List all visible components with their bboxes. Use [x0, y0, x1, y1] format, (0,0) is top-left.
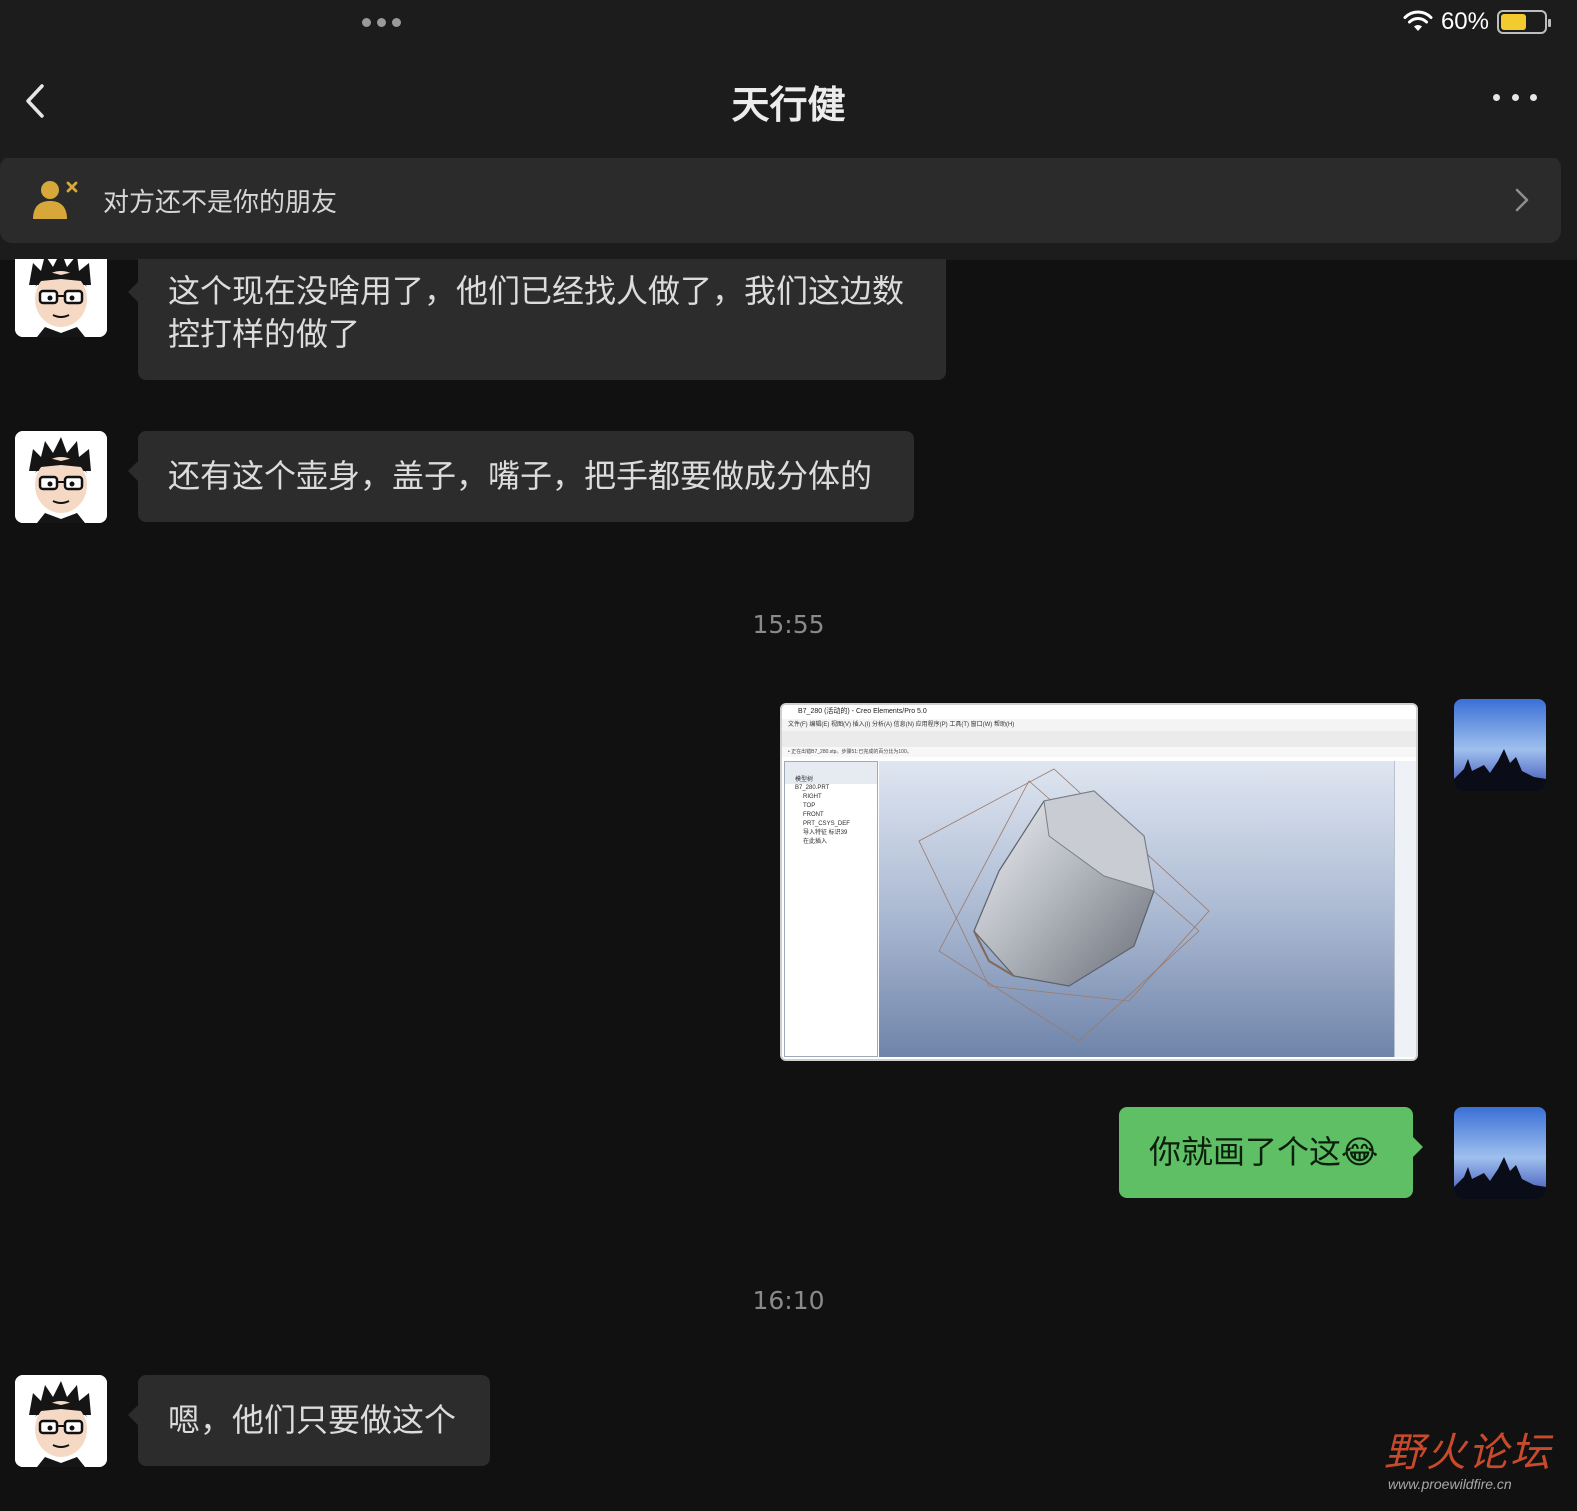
battery-percent: 60% [1440, 8, 1489, 35]
battery-icon [1497, 10, 1551, 34]
chat-screen: 60% 天行健 对方还不是你的朋友 这个现在没啥用了，他们已经找人做了，我们这边… [0, 0, 1577, 1511]
landscape-sky-avatar-icon [1454, 699, 1546, 791]
watermark-url: www.proewildfire.cn [1388, 1476, 1512, 1492]
image-message[interactable]: B7_280 (活动的) - Creo Elements/Pro 5.0 文件(… [780, 703, 1418, 1061]
cad-tree-item: 导入特征 标识39 [803, 830, 848, 836]
cad-model-render [918, 768, 1210, 1042]
nav-bar: 天行健 [0, 52, 1577, 152]
cad-menu-bar: 文件(F) 编辑(E) 视图(V) 插入(I) 分析(A) 信息(N) 应用程序… [782, 719, 1416, 731]
more-options-button[interactable] [1493, 82, 1537, 112]
wifi-icon [1403, 10, 1433, 31]
chat-title: 天行健 [731, 83, 846, 127]
status-indicators: 60% [1403, 8, 1551, 36]
my-avatar[interactable] [1454, 1107, 1546, 1199]
cad-3d-viewport [879, 761, 1394, 1057]
multitasking-dots-icon[interactable] [362, 18, 401, 27]
cad-toolbar [782, 731, 1416, 747]
cad-window-title: B7_280 (活动的) - Creo Elements/Pro 5.0 [782, 705, 1416, 719]
contact-avatar[interactable] [15, 1375, 107, 1467]
battery-level [1501, 14, 1527, 30]
cad-tree-item: FRONT [803, 812, 824, 818]
banner-bottom-edge [0, 243, 1577, 259]
cad-tree-item: B7_280.PRT [795, 785, 830, 791]
incoming-message-bubble[interactable]: 还有这个壶身，盖子，嘴子，把手都要做成分体的 [128, 431, 914, 522]
landscape-sky-avatar-icon [1454, 1107, 1546, 1199]
message-text: 还有这个壶身，盖子，嘴子，把手都要做成分体的 [168, 457, 873, 495]
not-friend-banner[interactable]: 对方还不是你的朋友 [0, 156, 1561, 243]
my-avatar[interactable] [1454, 699, 1546, 791]
cad-tree-item: TOP [803, 803, 816, 809]
timestamp: 16:10 [752, 1286, 825, 1315]
contact-avatar[interactable] [15, 431, 107, 523]
incoming-message-bubble[interactable]: 嗯，他们只要做这个 [128, 1375, 490, 1466]
cad-tree-header: 模型树 [785, 762, 877, 784]
cad-tree-item: RIGHT [803, 794, 822, 800]
message-text: 嗯，他们只要做这个 [168, 1401, 457, 1439]
cad-model-tree: 模型树 B7_280.PRT RIGHT TOP FRONT PRT_CSYS_… [784, 761, 878, 1057]
incoming-message-bubble[interactable]: 这个现在没啥用了，他们已经找人做了，我们这边数 控打样的做了 [128, 252, 946, 380]
message-text: 你就画了个这😂 [1149, 1133, 1379, 1171]
banner-top-edge [0, 152, 1577, 158]
status-bar: 60% [0, 0, 1577, 52]
cad-tree-item: PRT_CSYS_DEF [803, 821, 850, 827]
outgoing-message-bubble[interactable]: 你就画了个这😂 [1119, 1107, 1423, 1198]
watermark-logo: 野火论坛 [1384, 1430, 1552, 1476]
cad-right-toolbar [1394, 761, 1416, 1057]
cad-message-line: • 正在出错B7_280.stp。步骤51:已完成的百分比为100。 [782, 747, 1416, 757]
cartoon-face-avatar-icon [15, 1375, 107, 1467]
message-text-line: 这个现在没啥用了，他们已经找人做了，我们这边数 [168, 272, 905, 310]
user-not-friend-icon [33, 181, 78, 219]
banner-text: 对方还不是你的朋友 [103, 188, 338, 218]
watermark: 野火论坛 www.proewildfire.cn [1384, 1420, 1564, 1500]
ellipsis-icon [1493, 93, 1500, 101]
timestamp: 15:55 [752, 610, 825, 639]
cartoon-face-avatar-icon [15, 431, 107, 523]
chevron-right-icon [1515, 188, 1529, 212]
message-text-line: 控打样的做了 [168, 315, 361, 353]
cad-tree-item: 在此插入 [803, 839, 828, 845]
